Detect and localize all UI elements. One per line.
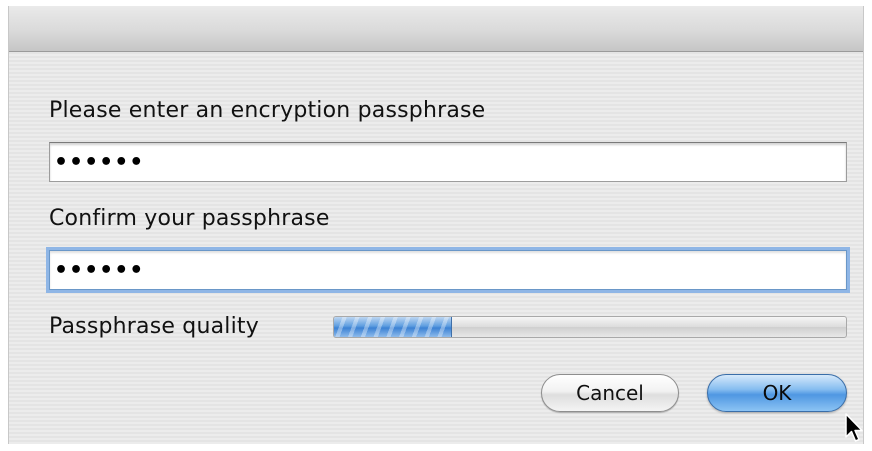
arrow-cursor-icon: [845, 413, 863, 442]
passphrase-dialog: Please enter an encryption passphrase Co…: [8, 6, 864, 444]
passphrase-quality-meter: [333, 316, 847, 338]
passphrase-quality-fill: [334, 317, 452, 337]
confirm-passphrase-label: Confirm your passphrase: [49, 206, 330, 231]
passphrase-quality-label: Passphrase quality: [49, 314, 259, 339]
passphrase-label: Please enter an encryption passphrase: [49, 98, 486, 123]
window-titlebar[interactable]: [9, 6, 863, 52]
ok-button[interactable]: OK: [707, 374, 847, 412]
cancel-button[interactable]: Cancel: [541, 374, 679, 412]
confirm-passphrase-input[interactable]: [49, 250, 847, 290]
passphrase-input[interactable]: [49, 142, 847, 182]
